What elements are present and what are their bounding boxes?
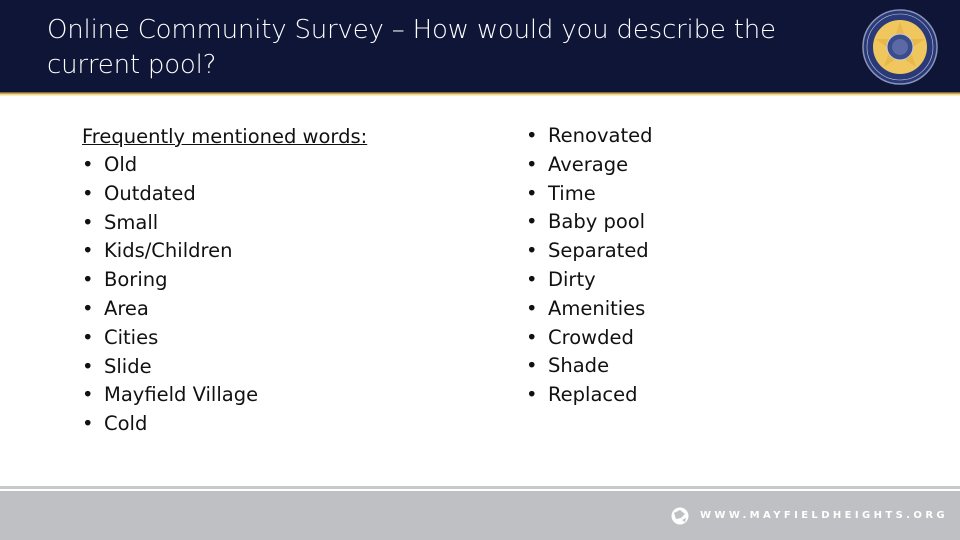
list-item: • Renovated	[526, 122, 652, 151]
list-item: • Crowded	[526, 324, 652, 353]
list-item-label: Dirty	[548, 267, 596, 291]
list-item: • Area	[82, 295, 367, 324]
list-heading: Frequently mentioned words:	[82, 125, 368, 148]
bullet-icon: •	[82, 325, 94, 349]
bullet-icon: •	[526, 383, 538, 407]
list-item-label: Amenities	[548, 296, 646, 320]
bullet-icon: •	[82, 181, 94, 205]
bullet-icon: •	[526, 354, 538, 378]
slide-header: Online Community Survey – How would you …	[0, 0, 960, 92]
bullet-icon: •	[526, 152, 538, 176]
bullet-icon: •	[82, 210, 94, 234]
list-item: • Baby pool	[526, 208, 652, 237]
bullet-icon: •	[82, 153, 94, 176]
list-item-label: Cold	[104, 412, 148, 436]
bullet-icon: •	[82, 239, 94, 263]
list-item-label: Kids/Children	[104, 239, 233, 263]
list-item: • Kids/Children	[82, 237, 367, 266]
list-item-label: Outdated	[104, 181, 196, 205]
bullet-icon: •	[82, 383, 94, 407]
header-gold-border	[0, 92, 960, 96]
bullet-icon: •	[82, 354, 94, 378]
list-item-label: Separated	[548, 239, 649, 263]
bullet-icon: •	[526, 296, 538, 320]
list-item: • Amenities	[526, 295, 652, 324]
list-item-label: Slide	[104, 354, 152, 378]
bullet-icon: •	[82, 268, 94, 292]
list-item: • Average	[526, 151, 652, 180]
list-item: • Replaced	[526, 381, 652, 410]
list-item: • Shade	[526, 352, 652, 381]
bullet-icon: •	[526, 239, 538, 263]
list-item: • Outdated	[82, 180, 367, 209]
list-item-label: Baby pool	[548, 210, 646, 234]
list-item-label: Shade	[548, 354, 610, 378]
list-item-label: Time	[548, 181, 596, 205]
list-item-label: Small	[104, 210, 159, 234]
list-item-label: Cities	[104, 325, 159, 349]
list-item: • Small	[82, 209, 367, 238]
bullet-icon: •	[526, 210, 538, 234]
globe-icon	[671, 507, 689, 525]
right-word-list: • Renovated • Average • Time • Baby pool • Separa…	[526, 122, 652, 410]
list-item-label: Boring	[104, 268, 168, 292]
list-item: • Separated	[526, 237, 652, 266]
list-item-label: Old	[104, 153, 138, 176]
list-item: • Cold	[82, 410, 367, 439]
list-item-label: Mayfield Village	[104, 383, 259, 407]
bullet-icon: •	[82, 296, 94, 320]
list-item-label: Replaced	[548, 383, 638, 407]
list-item-label: Renovated	[548, 124, 653, 147]
list-item: • Dirty	[526, 266, 652, 295]
list-item: • Cities	[82, 324, 367, 353]
bullet-icon: •	[526, 325, 538, 349]
footer-divider	[0, 486, 960, 489]
bullet-icon: •	[526, 267, 538, 291]
list-item: • Time	[526, 180, 652, 209]
bullet-icon: •	[526, 181, 538, 205]
slide-title: Online Community Survey – How would you …	[47, 15, 776, 80]
list-item: • Old	[82, 151, 367, 180]
list-item: • Boring	[82, 266, 367, 295]
left-word-list: Frequently mentioned words: • Old • Outdate…	[82, 122, 367, 439]
website-url[interactable]: WWW.MAYFIELDHEIGHTS.ORG	[700, 510, 948, 521]
list-item-label: Average	[548, 152, 629, 176]
list-item-label: Crowded	[548, 325, 634, 349]
city-seal-logo	[862, 9, 938, 85]
list-item: • Slide	[82, 353, 367, 382]
bullet-icon: •	[82, 412, 94, 436]
list-item: • Mayfield Village	[82, 381, 367, 410]
list-item-label: Area	[104, 296, 149, 320]
bullet-icon: •	[526, 124, 538, 147]
